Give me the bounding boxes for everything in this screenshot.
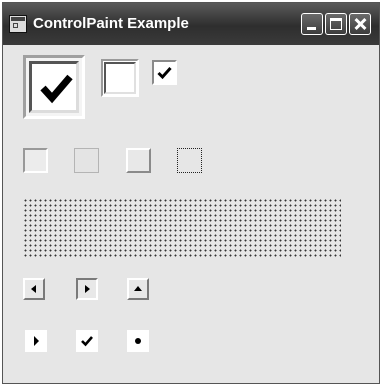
arrow-left-icon [31, 285, 36, 293]
menu-bullet-icon [135, 338, 141, 344]
scroll-right-button[interactable] [76, 278, 98, 300]
window-title: ControlPaint Example [33, 15, 189, 32]
medium-checkbox-box [104, 62, 136, 94]
small-checkbox-checked[interactable] [152, 60, 177, 85]
dotted-grid [23, 198, 341, 258]
main-window: ControlPaint Example [2, 2, 380, 384]
maximize-button[interactable] [325, 13, 347, 35]
title-bar[interactable]: ControlPaint Example [3, 3, 379, 45]
button-pushed[interactable] [23, 148, 48, 173]
button-flat[interactable] [74, 148, 99, 173]
menu-bullet-glyph [127, 330, 149, 352]
large-checkbox-checked[interactable] [23, 55, 85, 119]
check-icon [40, 74, 73, 104]
scroll-left-button[interactable] [23, 278, 45, 300]
check-icon [157, 67, 172, 80]
app-window-icon[interactable] [9, 15, 27, 33]
focus-rectangle[interactable] [177, 148, 202, 173]
menu-arrow-glyph [25, 330, 47, 352]
medium-checkbox-unchecked[interactable] [101, 59, 139, 97]
minimize-button[interactable] [301, 13, 323, 35]
menu-check-glyph [76, 330, 98, 352]
close-button[interactable] [349, 13, 371, 35]
arrow-right-icon [85, 285, 90, 293]
menu-check-icon [81, 336, 93, 347]
scroll-up-button[interactable] [127, 278, 149, 300]
button-normal[interactable] [126, 148, 151, 173]
menu-arrow-icon [34, 336, 39, 346]
large-checkbox-box [29, 61, 79, 113]
arrow-up-icon [134, 286, 142, 291]
